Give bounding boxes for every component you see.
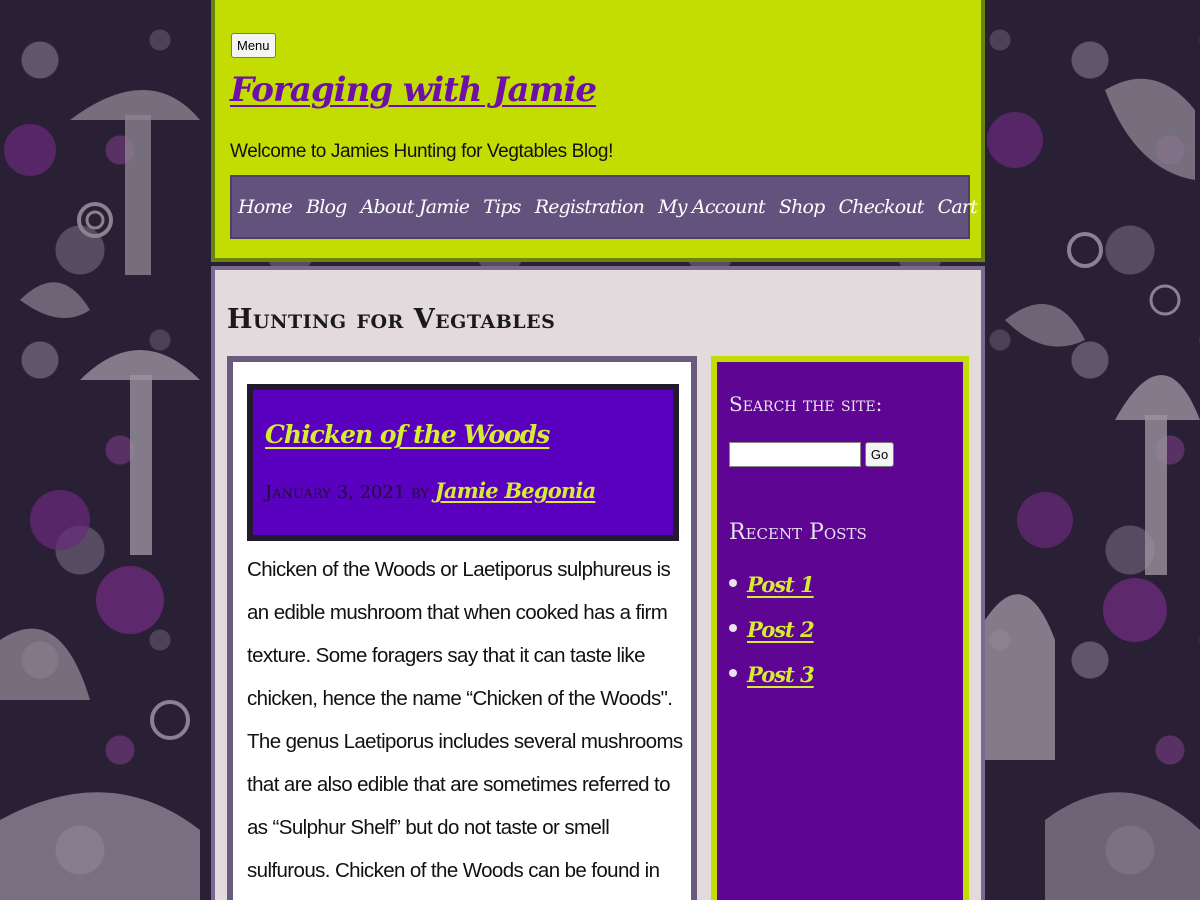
recent-posts-list: Post 1 Post 2 Post 3 xyxy=(729,562,815,697)
bullet-icon xyxy=(729,579,737,587)
main-navigation: Home Blog About Jamie Tips Registration … xyxy=(230,175,978,239)
main-content: Hunting for Vegtables Chicken of the Woo… xyxy=(211,266,985,900)
nav-item-registration[interactable]: Registration xyxy=(535,196,645,218)
post-title-link[interactable]: Chicken of the Woods xyxy=(265,420,550,449)
post-author-link[interactable]: Jamie Begonia xyxy=(435,478,596,503)
recent-post-link[interactable]: Post 2 xyxy=(747,617,815,642)
recent-post-link[interactable]: Post 1 xyxy=(747,572,815,597)
nav-item-checkout[interactable]: Checkout xyxy=(839,196,925,218)
nav-item-my-account[interactable]: My Account xyxy=(658,196,766,218)
nav-item-about-jamie[interactable]: About Jamie xyxy=(361,196,471,218)
recent-posts-title: Recent Posts xyxy=(729,520,867,545)
post-date: January 3, 2021 xyxy=(265,482,406,503)
search-widget-title: Search the site: xyxy=(729,392,883,416)
site-title-link[interactable]: Foraging with Jamie xyxy=(230,70,597,110)
background-pattern-right xyxy=(985,0,1200,900)
bullet-icon xyxy=(729,669,737,677)
background-pattern-left xyxy=(0,0,210,900)
search-input[interactable] xyxy=(729,442,861,467)
nav-item-cart[interactable]: Cart xyxy=(938,196,978,218)
post-body: Chicken of the Woods or Laetiporus sulph… xyxy=(247,558,683,882)
bullet-icon xyxy=(729,624,737,632)
nav-item-blog[interactable]: Blog xyxy=(306,196,347,218)
blog-post: Chicken of the Woods January 3, 2021 by … xyxy=(227,356,697,900)
site-header: Menu Foraging with Jamie Welcome to Jami… xyxy=(211,0,985,262)
nav-item-home[interactable]: Home xyxy=(238,196,293,218)
sidebar: Search the site: Go Recent Posts Post 1 … xyxy=(711,356,969,900)
page-title: Hunting for Vegtables xyxy=(227,304,556,335)
post-by-label: by xyxy=(411,482,429,503)
list-item: Post 3 xyxy=(729,652,815,697)
nav-item-tips[interactable]: Tips xyxy=(483,196,521,218)
nav-item-shop[interactable]: Shop xyxy=(779,196,825,218)
menu-button[interactable]: Menu xyxy=(231,33,276,58)
list-item: Post 1 xyxy=(729,562,815,607)
recent-post-link[interactable]: Post 3 xyxy=(747,662,815,687)
search-go-button[interactable]: Go xyxy=(865,442,894,467)
site-tagline: Welcome to Jamies Hunting for Vegtables … xyxy=(230,141,613,162)
list-item: Post 2 xyxy=(729,607,815,652)
post-meta: January 3, 2021 by Jamie Begonia xyxy=(265,478,596,503)
site-container: Menu Foraging with Jamie Welcome to Jami… xyxy=(211,0,985,900)
post-header: Chicken of the Woods January 3, 2021 by … xyxy=(247,384,679,541)
